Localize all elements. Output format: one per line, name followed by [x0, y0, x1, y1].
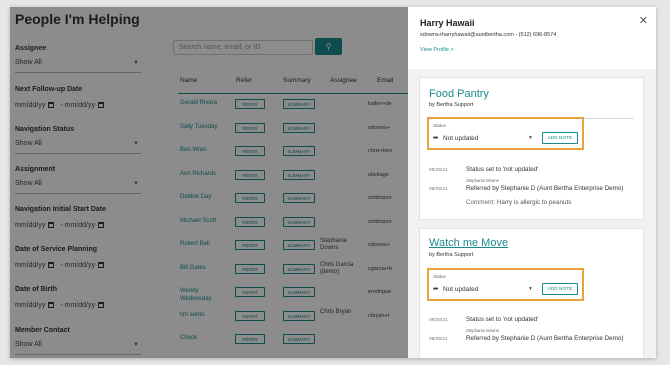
- activity-date: 08/25/21: [429, 168, 448, 173]
- activity-author: Stephanie Downs: [466, 328, 499, 333]
- referral-card: Food Pantry by Bertha Support Status •••…: [419, 77, 644, 220]
- activity-text: Referred by Stephanie D (Aunt Bertha Ent…: [466, 185, 624, 192]
- more-icon: •••: [433, 135, 438, 142]
- close-icon[interactable]: ✕: [639, 14, 648, 27]
- activity-text: Status set to 'not updated': [466, 166, 539, 173]
- status-label: Status: [433, 123, 446, 128]
- referral-title[interactable]: Food Pantry: [429, 88, 489, 100]
- chevron-down-icon[interactable]: ▼: [528, 135, 533, 141]
- status-select[interactable]: Not updated: [443, 286, 478, 293]
- activity-author: Stephanie Downs: [466, 178, 499, 183]
- panel-header: Harry Hawaii sdowns+harryhawaii@auntbert…: [408, 7, 656, 69]
- activity-text: Referred by Stephanie D (Aunt Bertha Ent…: [466, 335, 624, 342]
- app-window: People I'm Helping Assignee Show All ▼ Ne…: [10, 7, 656, 358]
- activity-date: 08/25/21: [429, 337, 448, 342]
- activity-text: Status set to 'not updated': [466, 316, 539, 323]
- activity-date: 08/25/21: [429, 187, 448, 192]
- referral-title[interactable]: Watch me Move: [429, 237, 508, 249]
- status-highlight: Status ••• Not updated ▼ ADD NOTE: [427, 117, 584, 150]
- status-highlight: Status ••• Not updated ▼ ADD NOTE: [427, 268, 584, 301]
- activity-date: 08/25/21: [429, 318, 448, 323]
- add-note-button[interactable]: ADD NOTE: [542, 132, 578, 144]
- add-note-button[interactable]: ADD NOTE: [542, 283, 578, 295]
- person-contact: sdowns+harryhawaii@auntbertha.com - (512…: [420, 32, 557, 38]
- referral-by: by Bertha Support: [429, 102, 474, 108]
- person-detail-panel: Harry Hawaii sdowns+harryhawaii@auntbert…: [408, 7, 656, 358]
- person-name: Harry Hawaii: [420, 18, 475, 28]
- referral-by: by Bertha Support: [429, 252, 474, 258]
- chevron-down-icon[interactable]: ▼: [528, 286, 533, 292]
- modal-backdrop[interactable]: [10, 7, 408, 358]
- activity-comment: Comment: Harry is allergic to peanuts: [466, 199, 571, 206]
- status-label: Status: [433, 274, 446, 279]
- referral-card: Watch me Move by Bertha Support Status •…: [419, 228, 644, 358]
- comment-label: Comment:: [466, 199, 496, 206]
- view-profile-link[interactable]: View Profile >: [420, 47, 454, 53]
- comment-text: Harry is allergic to peanuts: [496, 199, 572, 206]
- more-icon: •••: [433, 286, 438, 293]
- status-select[interactable]: Not updated: [443, 135, 478, 142]
